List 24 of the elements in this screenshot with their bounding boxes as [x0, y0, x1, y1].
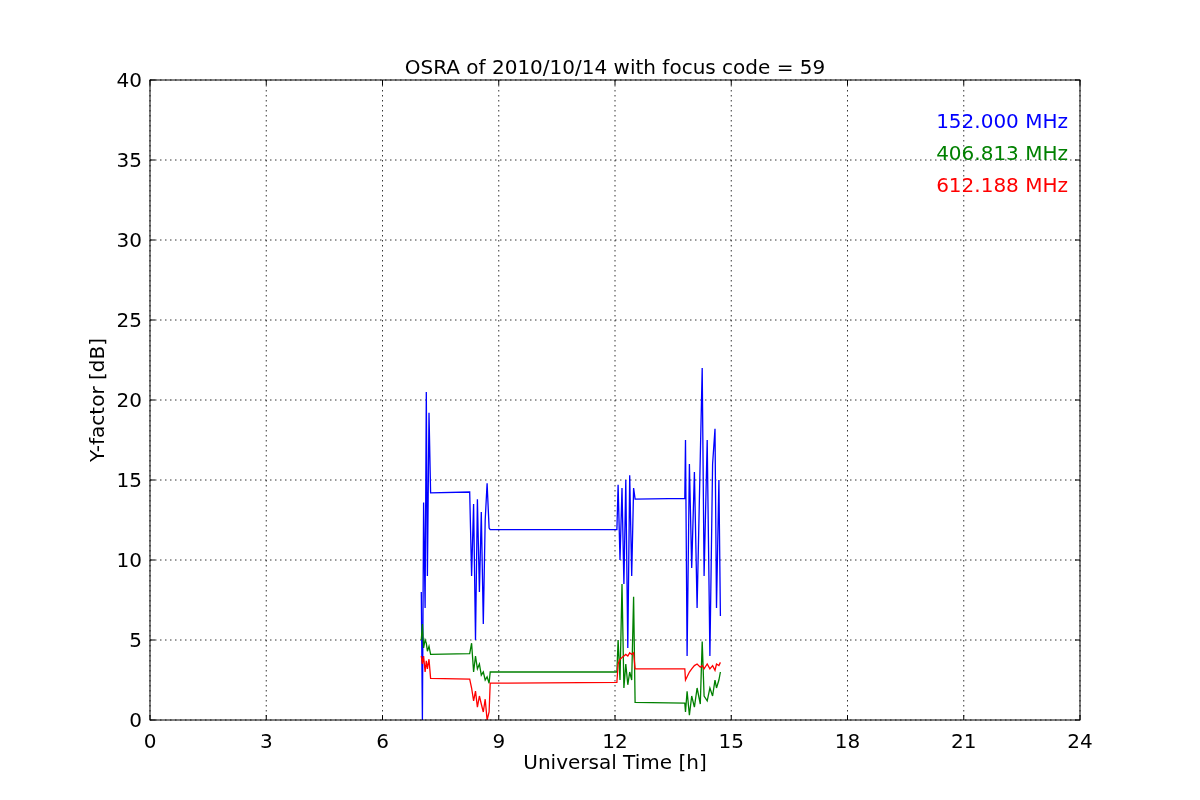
tick-label: 0 — [143, 729, 157, 753]
tick-label: 21 — [951, 729, 977, 753]
tick-label: 3 — [259, 729, 273, 753]
legend-label: 406.813 MHz — [936, 141, 1068, 165]
tick-label: 12 — [602, 729, 628, 753]
tick-label: 9 — [492, 729, 506, 753]
tick-label: 15 — [116, 468, 142, 492]
axis-label: Universal Time [h] — [523, 750, 707, 774]
tick-label: 15 — [718, 729, 744, 753]
tick-label: 24 — [1067, 729, 1093, 753]
tick-label: 35 — [116, 148, 142, 172]
chart-title: OSRA of 2010/10/14 with focus code = 59 — [404, 55, 826, 79]
tick-label: 6 — [376, 729, 389, 753]
tick-label: 25 — [116, 308, 142, 332]
tick-label: 30 — [116, 228, 142, 252]
axis-label: Y-factor [dB] — [85, 338, 109, 462]
tick-label: 18 — [834, 729, 861, 753]
legend-label: 152.000 MHz — [936, 109, 1068, 133]
legend-label: 612.188 MHz — [936, 173, 1068, 197]
tick-label: 0 — [129, 708, 142, 732]
tick-label: 10 — [116, 548, 142, 572]
tick-label: 20 — [116, 388, 142, 412]
tick-label: 40 — [116, 68, 142, 92]
tick-label: 5 — [129, 628, 142, 652]
